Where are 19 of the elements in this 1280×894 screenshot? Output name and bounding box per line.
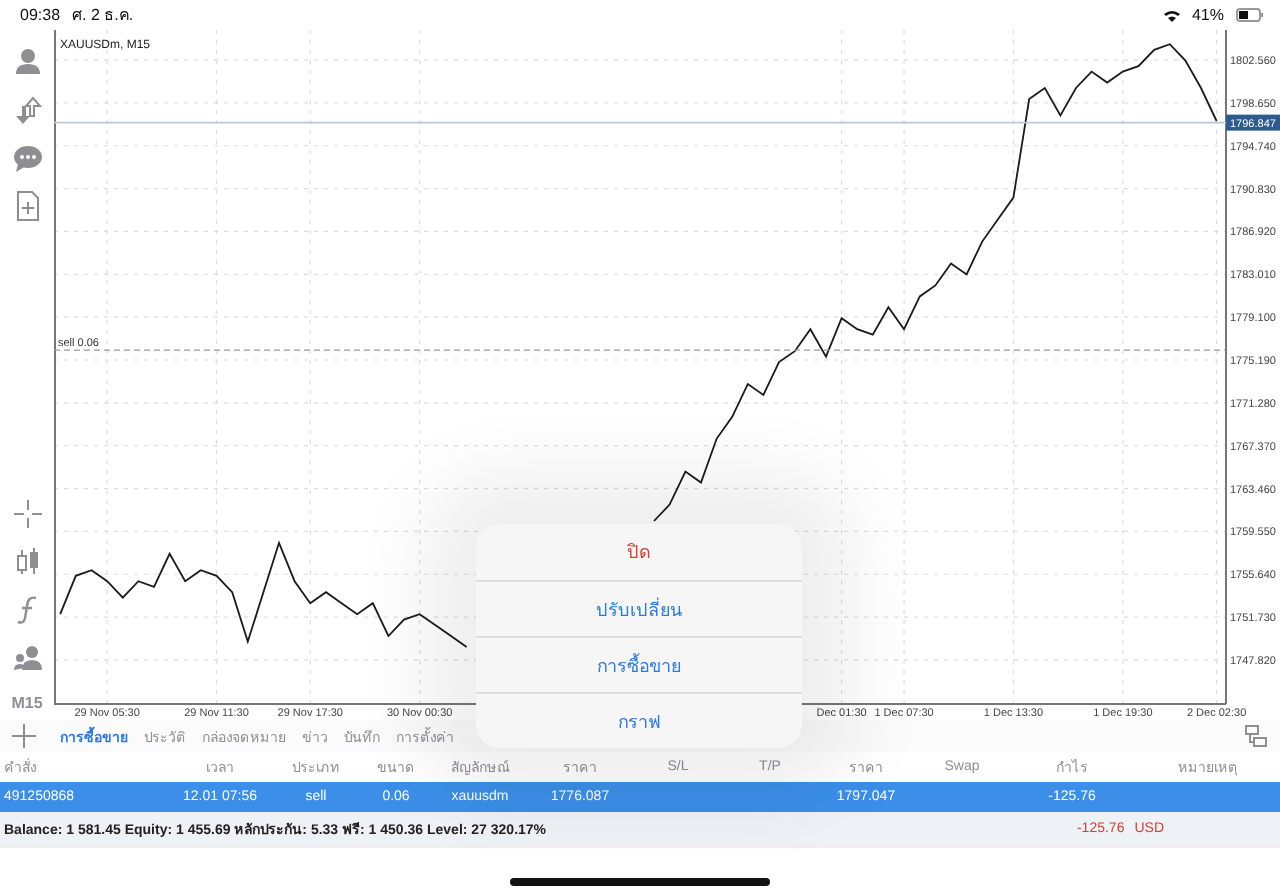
layout-icon[interactable] xyxy=(1244,724,1268,748)
chat-icon[interactable] xyxy=(11,142,43,174)
clock: 09:38 xyxy=(20,6,61,24)
arrows-icon[interactable] xyxy=(11,94,43,126)
menu-item[interactable]: ปรับเปลี่ยน xyxy=(476,580,802,636)
wifi-icon xyxy=(1163,9,1180,21)
menu-item[interactable]: กราฟ xyxy=(476,692,802,748)
timeframe-button[interactable]: M15 xyxy=(11,694,43,712)
battery-icon xyxy=(1236,8,1264,22)
battery-percent: 41% xyxy=(1191,6,1224,24)
account-icon[interactable] xyxy=(11,46,43,78)
menu-item[interactable]: การซื้อขาย xyxy=(476,636,802,692)
add-icon[interactable] xyxy=(12,724,36,748)
people-icon[interactable] xyxy=(11,642,43,674)
menu-item[interactable]: ปิด xyxy=(476,524,802,580)
date: ศ. 2 ธ.ค. xyxy=(72,4,134,28)
crosshair-icon[interactable] xyxy=(11,498,43,530)
candlestick-icon[interactable] xyxy=(11,546,43,578)
new-document-icon[interactable] xyxy=(11,190,43,222)
